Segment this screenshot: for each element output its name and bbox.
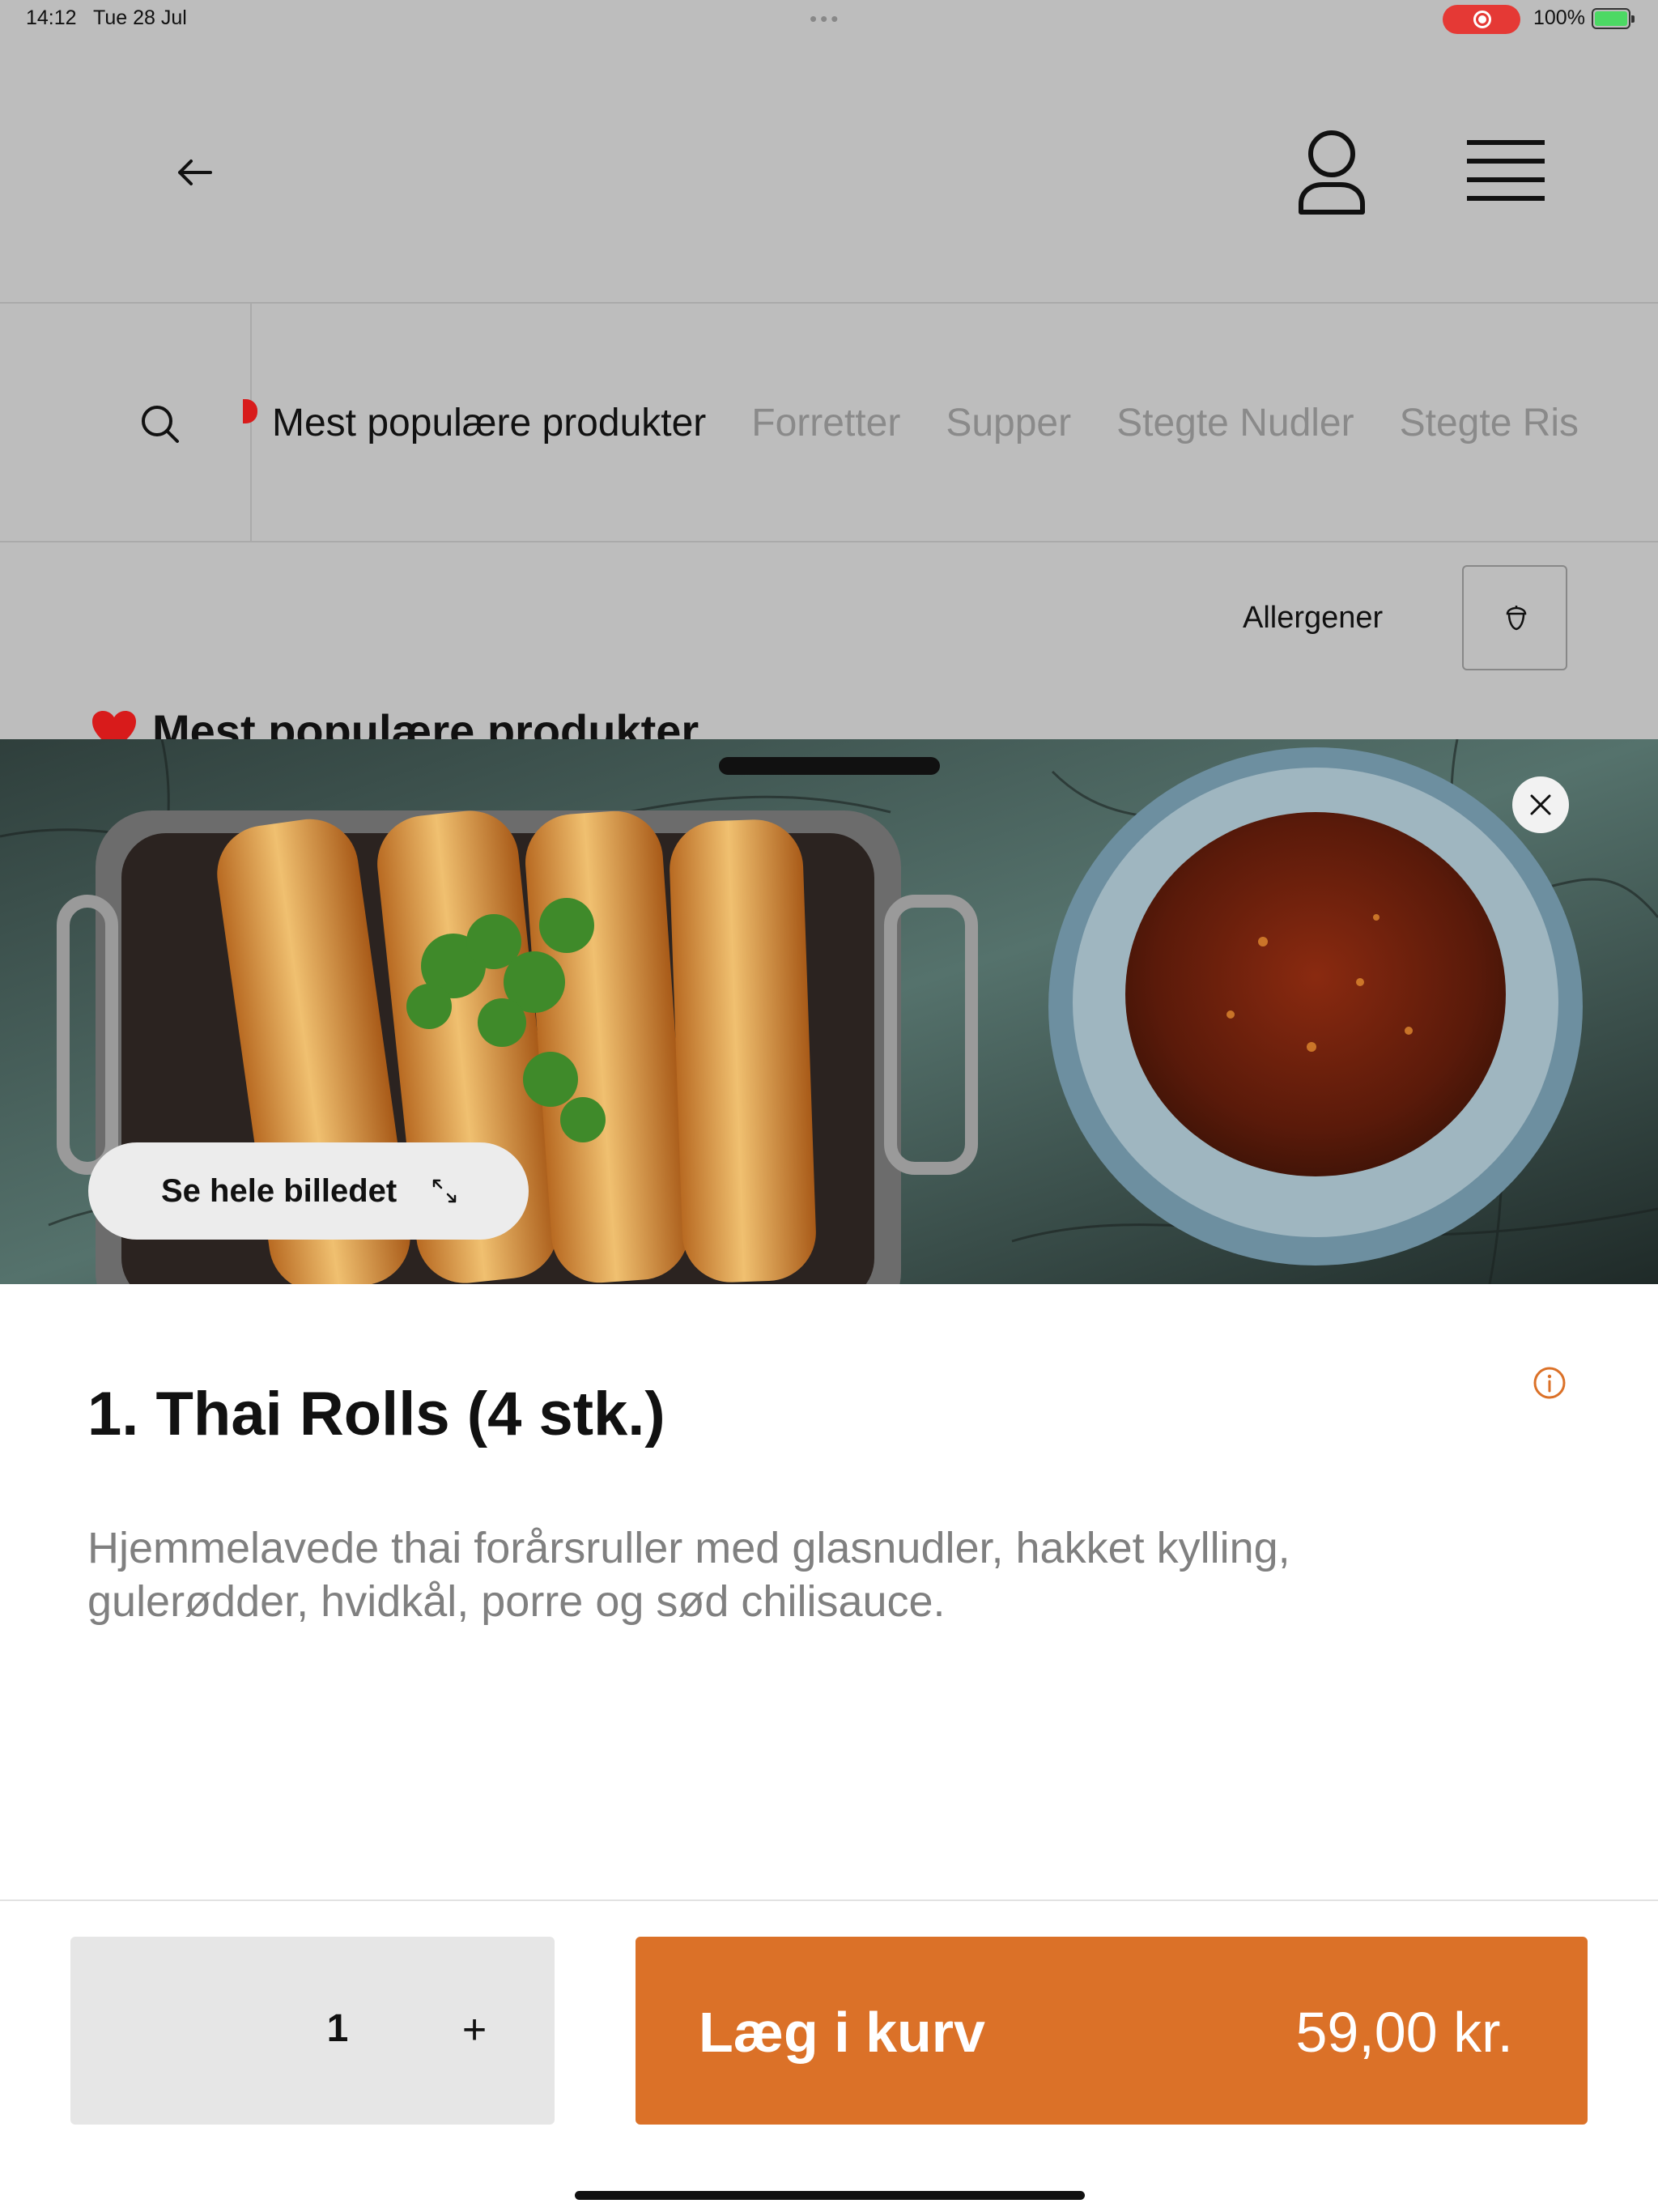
quantity-stepper: 1 + [70,1937,555,2125]
category-tab-popular[interactable]: Mest populære produkter [272,401,706,445]
account-button[interactable] [1295,128,1368,217]
category-tab-forretter[interactable]: Forretter [751,401,900,445]
product-title: 1. Thai Rolls (4 stk.) [87,1380,665,1448]
category-tab-stegte-ris[interactable]: Stegte Ris [1400,401,1579,445]
arrow-left-icon [178,160,212,185]
add-to-cart-label: Læg i kurv [699,2001,985,2064]
purchase-footer: 1 + Læg i kurv 59,00 kr. [0,1899,1658,2212]
allergens-button[interactable] [1462,565,1567,670]
add-to-cart-button[interactable]: Læg i kurv 59,00 kr. [636,1937,1588,2125]
allergens-label[interactable]: Allergener [1243,601,1383,636]
expand-icon [432,1179,457,1203]
product-description: Hjemmelavede thai forårsruller med glasn… [87,1524,1290,1626]
search-icon [142,406,179,443]
status-date: Tue 28 Jul [93,6,187,29]
info-icon[interactable] [1533,1366,1567,1400]
quantity-value: 1 [326,2007,349,2050]
menu-button[interactable] [1465,136,1546,209]
hamburger-menu-icon [1467,140,1545,201]
multitasking-dots-icon[interactable]: ••• [810,6,841,32]
increase-quantity-button[interactable]: + [446,2001,503,2058]
back-button[interactable] [170,152,219,193]
product-image[interactable]: Se hele billedet [0,739,1658,1284]
sheet-grab-handle[interactable] [719,757,940,775]
top-header [0,39,1658,304]
user-icon [1299,130,1365,215]
status-bar: 14:12 Tue 28 Jul ••• 100% [0,0,1658,39]
acorn-icon [1506,606,1527,631]
view-full-image-button[interactable]: Se hele billedet [88,1142,529,1240]
category-tab-stegte-nudler[interactable]: Stegte Nudler [1116,401,1354,445]
price-label: 59,00 kr. [1295,2001,1513,2064]
status-time: 14:12 [26,6,77,29]
category-tab-supper[interactable]: Supper [946,401,1071,445]
product-sheet: Se hele billedet 1. Thai Rolls (4 stk.) … [0,739,1658,2212]
screen-recording-icon [1443,5,1520,34]
close-button[interactable] [1512,776,1569,833]
search-button[interactable] [0,304,252,541]
home-indicator[interactable] [575,2191,1085,2200]
category-nav: Mest populære produkter Forretter Supper… [0,304,1658,542]
category-list: Mest populære produkter Forretter Supper… [252,304,1624,541]
battery-percent: 100% [1533,6,1585,29]
view-full-image-label: Se hele billedet [161,1173,397,1209]
battery-icon [1592,8,1635,29]
close-icon [1530,794,1551,815]
